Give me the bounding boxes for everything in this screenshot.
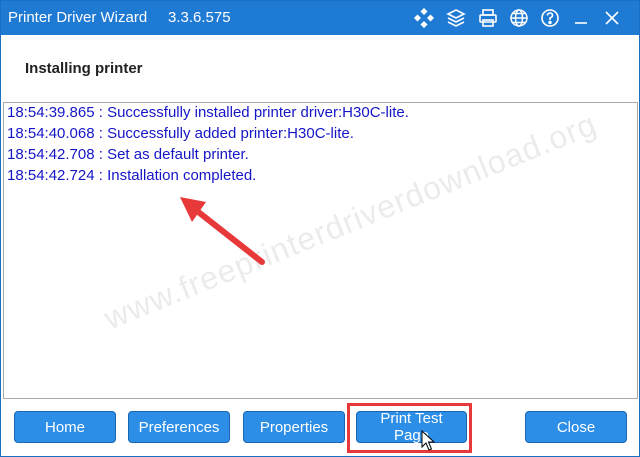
minimize-icon[interactable]: [570, 7, 592, 29]
printer-icon[interactable]: [477, 7, 499, 29]
page-heading: Installing printer: [25, 60, 143, 77]
wizard-window: Printer Driver Wizard 3.3.6.575 Installi…: [0, 0, 640, 457]
log-line: 18:54:40.068 : Successfully added printe…: [7, 125, 354, 142]
close-icon[interactable]: [601, 7, 623, 29]
globe-icon[interactable]: [508, 7, 530, 29]
window-title: Printer Driver Wizard: [8, 9, 148, 26]
diamond-grid-icon[interactable]: [413, 7, 435, 29]
install-log[interactable]: 18:54:39.865 : Successfully installed pr…: [3, 102, 638, 399]
print-test-page-button[interactable]: Print Test Page: [356, 410, 467, 444]
log-line: 18:54:39.865 : Successfully installed pr…: [7, 104, 409, 121]
layers-icon[interactable]: [445, 7, 467, 29]
preferences-button[interactable]: Preferences: [128, 411, 230, 443]
help-icon[interactable]: [539, 7, 561, 29]
home-button[interactable]: Home: [14, 411, 116, 443]
properties-button[interactable]: Properties: [243, 411, 345, 443]
close-button[interactable]: Close: [525, 411, 627, 443]
log-line: 18:54:42.724 : Installation completed.: [7, 167, 257, 184]
button-bar: Home Preferences Properties Print Test P…: [1, 401, 639, 456]
title-bar[interactable]: Printer Driver Wizard 3.3.6.575: [1, 1, 639, 35]
version-label: 3.3.6.575: [168, 9, 231, 26]
log-line: 18:54:42.708 : Set as default printer.: [7, 146, 249, 163]
header-area: Installing printer: [1, 35, 639, 101]
